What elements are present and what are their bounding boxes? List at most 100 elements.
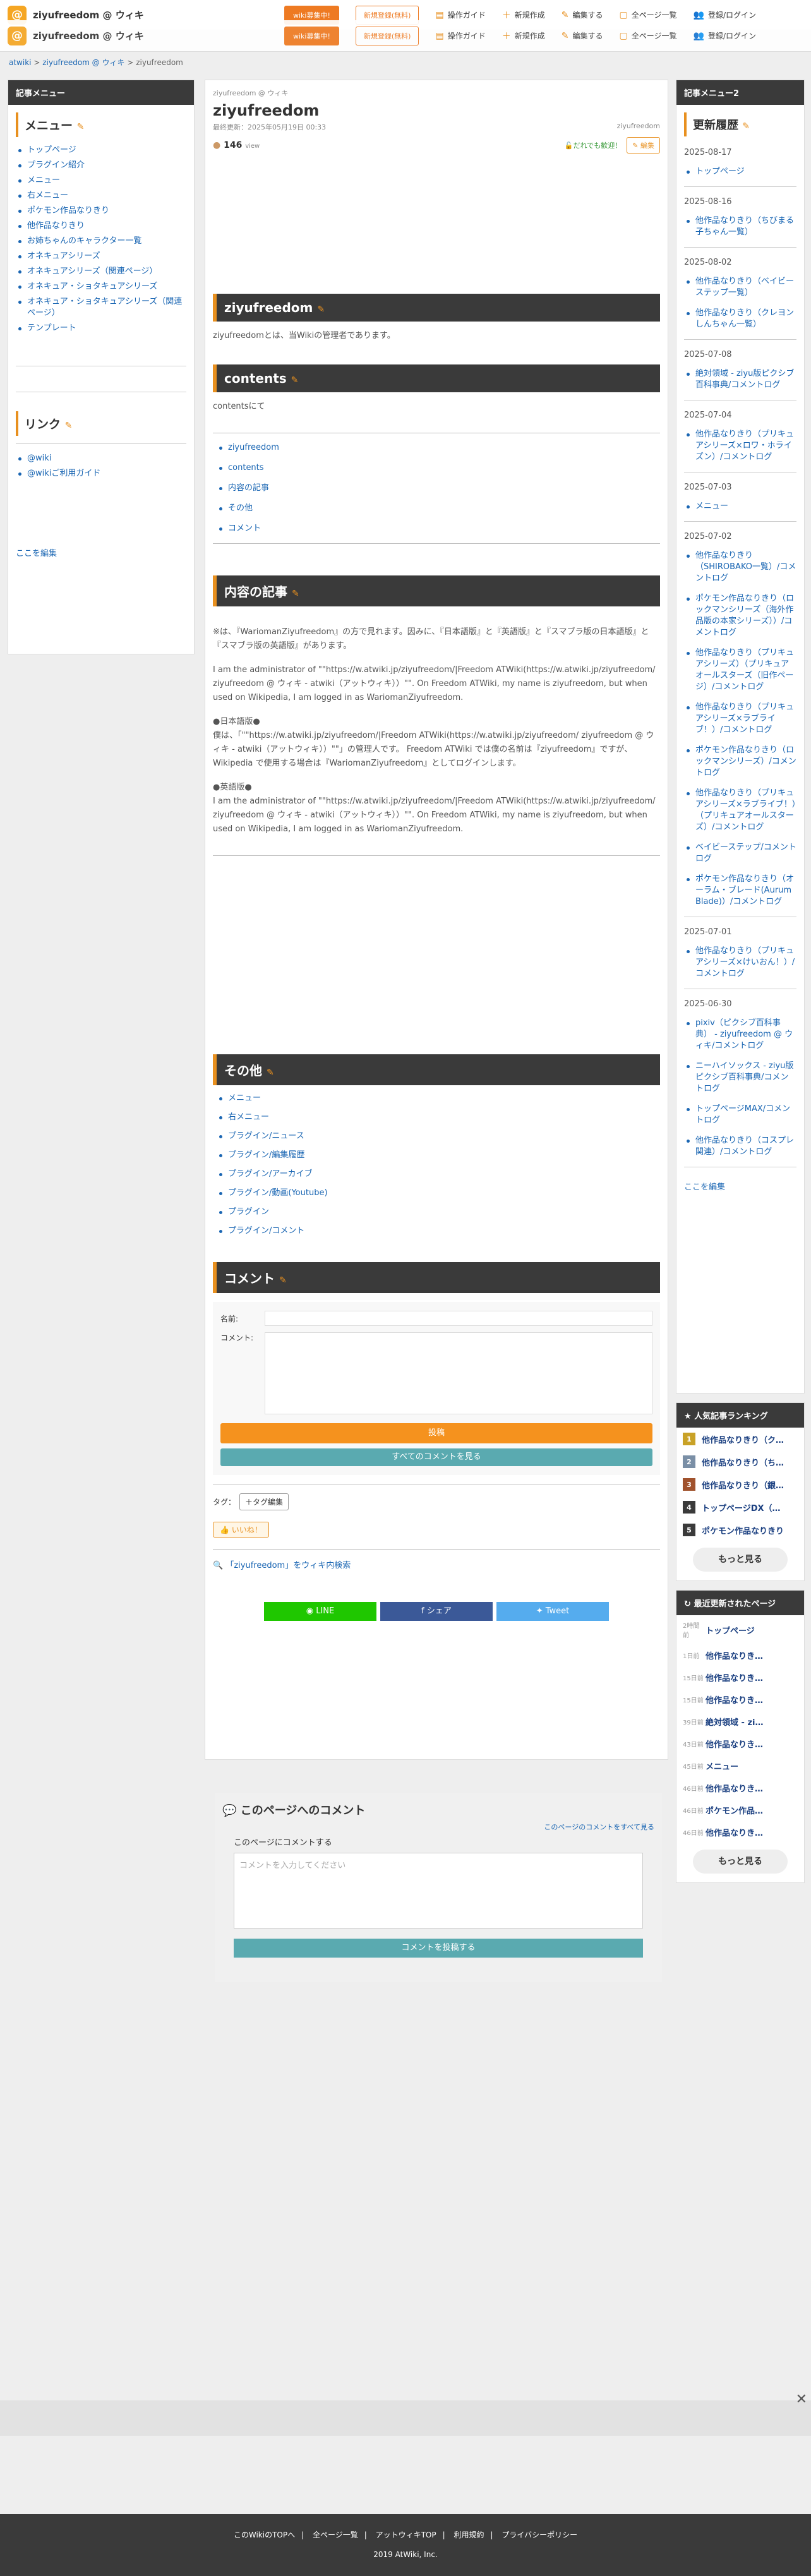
history-item[interactable]: 他作品なりきり（プリキュアシリーズ×けいおん！）/コメントログ xyxy=(687,946,796,980)
edit-link[interactable]: ✎ 編集する xyxy=(562,30,603,41)
page-comment-textarea[interactable]: コメントを入力してください xyxy=(234,1853,643,1929)
wiki-search-link[interactable]: 「ziyufreedom」をウィキ内検索 xyxy=(225,1561,351,1570)
like-button[interactable]: 👍 いいね！ xyxy=(213,1522,269,1538)
twitter-share-button[interactable]: ✦ Tweet xyxy=(496,1602,609,1621)
history-item[interactable]: トップページ xyxy=(687,166,796,178)
edit-here-link[interactable]: ここを編集 xyxy=(16,549,57,558)
other-item[interactable]: プラグイン/コメント xyxy=(219,1225,660,1237)
recent-more-button[interactable]: もっと見る xyxy=(693,1850,788,1874)
all-pages-link[interactable]: ▢ 全ページ一覧 xyxy=(620,9,677,20)
menu-item[interactable]: お姉ちゃんのキャラクター一覧 xyxy=(18,236,186,247)
other-item[interactable]: 右メニュー xyxy=(219,1112,660,1123)
link-item[interactable]: @wikiご利用ガイド xyxy=(18,468,186,479)
history-item[interactable]: 他作品なりきり（SHIROBAKO一覧）/コメントログ xyxy=(687,550,796,584)
footer-link[interactable]: 全ページ一覧 xyxy=(313,2531,358,2539)
recent-item[interactable]: 15日前 他作品なりき… xyxy=(676,1666,804,1688)
menu-item[interactable]: オネキュアシリーズ xyxy=(18,251,186,262)
pencil-icon[interactable]: ✎ xyxy=(742,121,750,131)
login-link[interactable]: 👥 登録/ログイン xyxy=(694,30,756,41)
history-item[interactable]: ポケモン作品なりきり（オーラム・ブレード(Aurum Blade)）/コメントロ… xyxy=(687,874,796,908)
toc-item[interactable]: 内容の記事 xyxy=(219,483,660,494)
login-link[interactable]: 👥 登録/ログイン xyxy=(694,9,756,20)
history-item[interactable]: メニュー xyxy=(687,501,796,512)
name-input[interactable] xyxy=(265,1311,652,1326)
recent-item[interactable]: 15日前 他作品なりき… xyxy=(676,1688,804,1711)
menu-item[interactable]: オネキュア・ショタキュアシリーズ xyxy=(18,281,186,292)
pencil-icon[interactable]: ✎ xyxy=(77,122,85,132)
site-title[interactable]: ziyufreedom @ ウィキ xyxy=(33,8,241,21)
ranking-item[interactable]: 4 トップページDX（… xyxy=(676,1496,804,1519)
ranking-more-button[interactable]: もっと見る xyxy=(693,1548,788,1572)
post-button[interactable]: 投稿 xyxy=(220,1423,652,1443)
pencil-icon[interactable]: ✎ xyxy=(291,375,299,385)
recent-item[interactable]: 2時間前 トップページ xyxy=(676,1615,804,1644)
history-item[interactable]: ポケモン作品なりきり（ロックマンシリーズ（海外作品版の本家シリーズ））/コメント… xyxy=(687,593,796,639)
history-item[interactable]: ニーハイソックス - ziyu版ピクシブ百科事典/コメントログ xyxy=(687,1061,796,1095)
history-item[interactable]: トップページMAX/コメントログ xyxy=(687,1104,796,1126)
all-page-comments-link[interactable]: このページのコメントをすべて見る xyxy=(544,1823,654,1831)
history-item[interactable]: 他作品なりきり（ちびまる子ちゃん一覧） xyxy=(687,215,796,238)
comment-textarea[interactable] xyxy=(265,1332,652,1414)
toc-item[interactable]: その他 xyxy=(219,503,660,514)
page-edit-button[interactable]: ✎ 編集 xyxy=(627,137,660,153)
new-page-link[interactable]: ＋新規作成 xyxy=(502,30,545,42)
toc-item[interactable]: contents xyxy=(219,462,660,474)
history-item[interactable]: 他作品なりきり（プリキュアシリーズ×ロワ・ホライズン）/コメントログ xyxy=(687,429,796,463)
recent-item[interactable]: 46日前 ポケモン作品… xyxy=(676,1799,804,1821)
link-item[interactable]: @wiki xyxy=(18,453,186,464)
new-page-link[interactable]: ＋新規作成 xyxy=(502,9,545,21)
breadcrumb-wiki[interactable]: ziyufreedom @ ウィキ xyxy=(42,58,124,67)
all-pages-link[interactable]: ▢ 全ページ一覧 xyxy=(620,30,677,41)
footer-link[interactable]: このWikiのTOPへ xyxy=(234,2531,295,2539)
site-title[interactable]: ziyufreedom @ ウィキ xyxy=(33,29,241,42)
history-item[interactable]: 他作品なりきり（コスプレ関連）/コメントログ xyxy=(687,1135,796,1158)
other-item[interactable]: プラグイン/編集履歴 xyxy=(219,1150,660,1161)
other-item[interactable]: プラグイン/アーカイブ xyxy=(219,1169,660,1180)
other-item[interactable]: プラグイン/ニュース xyxy=(219,1131,660,1142)
pencil-icon[interactable]: ✎ xyxy=(292,589,299,599)
toc-item[interactable]: コメント xyxy=(219,523,660,534)
menu-item[interactable]: オネキュアシリーズ（関連ページ） xyxy=(18,266,186,277)
pencil-icon[interactable]: ✎ xyxy=(317,304,325,315)
ranking-item[interactable]: 1 他作品なりきり（ク… xyxy=(676,1428,804,1450)
facebook-share-button[interactable]: f シェア xyxy=(380,1602,493,1621)
tag-edit-button[interactable]: ＋タグ編集 xyxy=(239,1493,289,1510)
atwiki-logo[interactable]: @ xyxy=(8,26,27,45)
history-item[interactable]: 他作品なりきり（クレヨンしんちゃん一覧） xyxy=(687,308,796,330)
ranking-item[interactable]: 3 他作品なりきり（銀… xyxy=(676,1473,804,1496)
recent-item[interactable]: 46日前 他作品なりき… xyxy=(676,1777,804,1799)
recent-item[interactable]: 39日前 絶対領域 - zi… xyxy=(676,1711,804,1733)
pencil-icon[interactable]: ✎ xyxy=(279,1275,287,1285)
menu-item[interactable]: 右メニュー xyxy=(18,190,186,202)
history-item[interactable]: 絶対領域 - ziyu版ピクシブ百科事典/コメントログ xyxy=(687,368,796,391)
footer-link[interactable]: 利用規約 xyxy=(454,2531,484,2539)
breadcrumb-atwiki[interactable]: atwiki xyxy=(9,58,32,67)
recent-item[interactable]: 43日前 他作品なりき… xyxy=(676,1733,804,1755)
guide-link[interactable]: ▤ 操作ガイド xyxy=(435,9,485,20)
menu-item[interactable]: オネキュア・ショタキュアシリーズ（関連ページ） xyxy=(18,296,186,319)
history-item[interactable]: 他作品なりきり（プリキュアシリーズ×ラブライブ！）（プリキュアオールスターズ）/… xyxy=(687,788,796,833)
ranking-item[interactable]: 2 他作品なりきり（ち… xyxy=(676,1450,804,1473)
other-item[interactable]: プラグイン xyxy=(219,1207,660,1218)
history-item[interactable]: 他作品なりきり（プリキュアシリーズ×ラブライブ！）/コメントログ xyxy=(687,702,796,736)
menu-item[interactable]: メニュー xyxy=(18,175,186,186)
menu-item[interactable]: 他作品なりきり xyxy=(18,220,186,232)
recent-item[interactable]: 46日前 他作品なりき… xyxy=(676,1821,804,1843)
recent-item[interactable]: 45日前 メニュー xyxy=(676,1755,804,1777)
ranking-item[interactable]: 5 ポケモン作品なりきり xyxy=(676,1519,804,1541)
history-item[interactable]: ベイビーステップ/コメントログ xyxy=(687,842,796,865)
line-share-button[interactable]: ◉ LINE xyxy=(264,1602,376,1621)
history-item[interactable]: 他作品なりきり（ベイビーステップ一覧） xyxy=(687,276,796,299)
recent-item[interactable]: 1日前 他作品なりき… xyxy=(676,1644,804,1666)
wiki-recruit-button[interactable]: wiki募集中! xyxy=(284,26,339,45)
menu-item[interactable]: テンプレート xyxy=(18,323,186,334)
history-item[interactable]: pixiv（ピクシブ百科事典） - ziyufreedom @ ウィキ/コメント… xyxy=(687,1018,796,1052)
close-icon[interactable]: ✕ xyxy=(796,2392,807,2407)
history-item[interactable]: 他作品なりきり（プリキュアシリーズ）（プリキュアオールスターズ（旧作ページ）/コ… xyxy=(687,647,796,693)
guide-link[interactable]: ▤ 操作ガイド xyxy=(435,30,485,41)
edit-link[interactable]: ✎ 編集する xyxy=(562,9,603,20)
edit-here-link[interactable]: ここを編集 xyxy=(684,1183,725,1192)
history-item[interactable]: ポケモン作品なりきり（ロックマンシリーズ）/コメントログ xyxy=(687,745,796,779)
footer-link[interactable]: アットウィキTOP xyxy=(376,2531,436,2539)
other-item[interactable]: メニュー xyxy=(219,1093,660,1104)
